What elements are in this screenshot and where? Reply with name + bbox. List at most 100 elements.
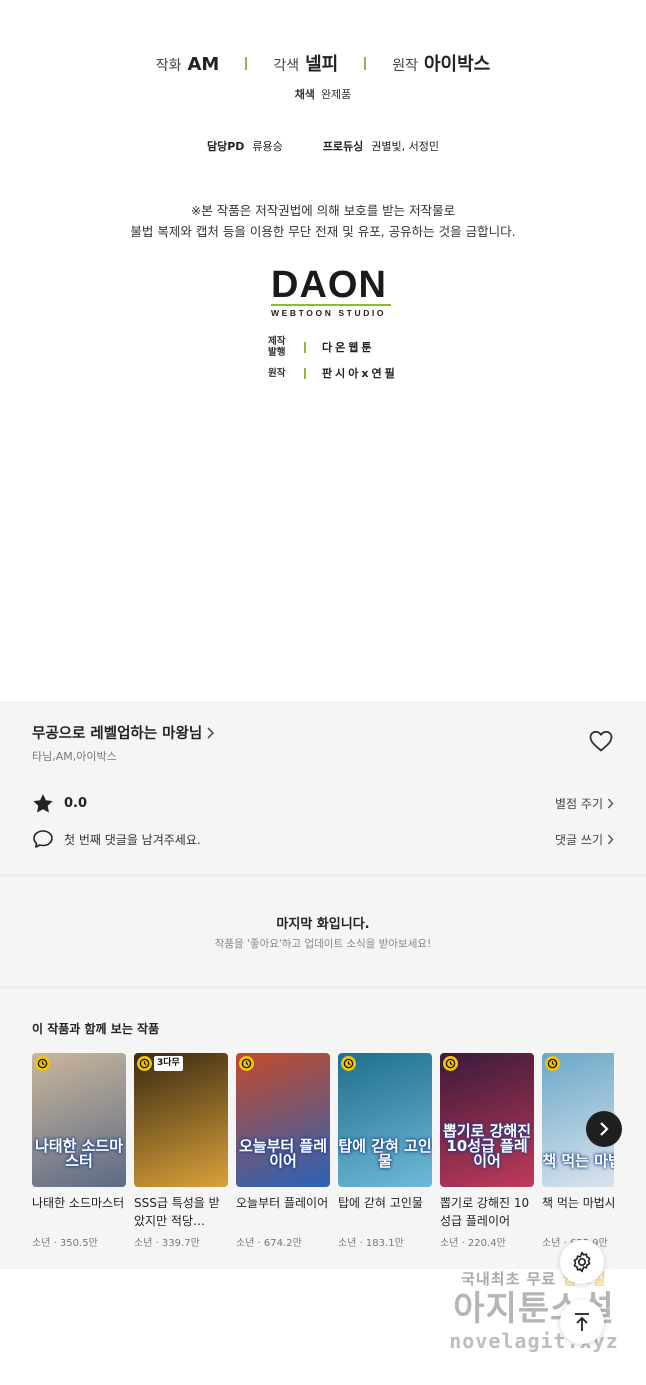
- last-episode-title: 마지막 화입니다.: [276, 917, 370, 932]
- section-divider: [0, 874, 646, 877]
- publisher-divider: [304, 367, 306, 379]
- staff-credits: 담당PD 류용승 프로듀싱 권별빛, 서정민: [0, 138, 646, 154]
- series-authors: 타님,AM,아이박스: [32, 750, 117, 763]
- recommendation-card[interactable]: 나태한 소드마스터 나태한 소드마스터 소년 · 350.5만: [32, 1053, 126, 1249]
- rate-button[interactable]: 별점 주기: [555, 795, 614, 812]
- thumbnail-title-art: 뽑기로 강해진 10성급 플레이어: [442, 1122, 532, 1170]
- settings-icon: [573, 1251, 591, 1273]
- series-info-panel: 무공으로 레벨업하는 마왕님 타님,AM,아이박스 0.0 별점 주기 첫 번째…: [0, 701, 646, 1269]
- comment-button[interactable]: 댓글 쓰기: [555, 831, 614, 848]
- rating-value: 0.0: [64, 796, 88, 811]
- recommendation-title: 책 먹는 마법사: [542, 1196, 614, 1210]
- credit-name: AM: [187, 54, 220, 75]
- arrow-up-icon: [575, 1313, 589, 1331]
- credit-name: 아이박스: [424, 54, 491, 75]
- comment-prompt: 첫 번째 댓글을 남겨주세요.: [32, 829, 201, 849]
- last-episode-subtitle: 작품을 '좋아요'하고 업데이트 소식을 받아보세요!: [214, 938, 432, 950]
- clock-icon: [443, 1056, 458, 1071]
- daon-logo: DAON WEBTOON STUDIO: [271, 264, 391, 318]
- credit-divider: [364, 56, 367, 70]
- logo-word: DAON: [271, 264, 387, 306]
- comment-prompt-text: 첫 번째 댓글을 남겨주세요.: [64, 832, 201, 847]
- recommendation-meta: 소년 · 220.4만: [440, 1238, 506, 1249]
- rating-row: 0.0 별점 주기: [32, 793, 614, 814]
- credit-name: 완제품: [320, 88, 352, 101]
- comment-button-label: 댓글 쓰기: [555, 832, 603, 847]
- comment-row: 첫 번째 댓글을 남겨주세요. 댓글 쓰기: [32, 829, 614, 849]
- rate-button-label: 별점 주기: [555, 797, 603, 811]
- publisher-row-production: 제작 발행 다온웹툰: [268, 334, 398, 360]
- chevron-right-icon: [607, 798, 614, 809]
- recommendation-thumbnail: 3다무: [134, 1053, 228, 1187]
- star-icon: [33, 794, 53, 813]
- chevron-right-icon: [207, 726, 215, 739]
- main-credits: 작화 AM 각색 넬피 원작 아이박스: [0, 50, 646, 76]
- credit-name: 류용승: [252, 140, 283, 153]
- credit-role: 원작: [392, 58, 418, 74]
- recommendation-title: 오늘부터 플레이어: [236, 1196, 329, 1210]
- recommendation-card[interactable]: 탑에 갇혀 고인물 탑에 갇혀 고인물 소년 · 183.1만: [338, 1053, 432, 1249]
- watermark-tagline-a: 국내최초 무료: [461, 1270, 563, 1288]
- recommendation-thumbnail: 뽑기로 강해진 10성급 플레이어: [440, 1053, 534, 1187]
- clock-icon: [35, 1056, 50, 1071]
- heart-icon[interactable]: [588, 729, 614, 753]
- credit-original: 원작 아이박스: [392, 50, 490, 76]
- credit-role: 담당PD: [206, 140, 245, 153]
- notice-line: 불법 복제와 캡처 등을 이용한 무단 전재 및 유포, 공유하는 것을 금합니…: [130, 224, 516, 239]
- carousel-next-button[interactable]: [586, 1111, 622, 1147]
- section-divider: [0, 986, 646, 989]
- recommendation-title: 탑에 갇혀 고인물: [338, 1196, 423, 1210]
- scroll-top-button[interactable]: [560, 1300, 604, 1344]
- rating-display: 0.0: [32, 793, 87, 814]
- label-line: 발행: [268, 347, 286, 358]
- recommendation-meta: 소년 · 183.1만: [338, 1238, 404, 1249]
- credit-color: 채색 완제품: [0, 86, 646, 102]
- publisher-value: 판시아x연필: [322, 367, 398, 380]
- credit-divider: [245, 56, 248, 70]
- publisher-label: 제작 발행: [268, 336, 294, 358]
- recommendation-card[interactable]: 뽑기로 강해진 10성급 플레이어 뽑기로 강해진 10성급 플레이어 소년 ·…: [440, 1053, 534, 1249]
- clock-icon: [545, 1056, 560, 1071]
- publisher-row-original: 원작 판시아x연필: [268, 360, 398, 386]
- publisher-value: 다온웹툰: [322, 341, 375, 354]
- settings-button[interactable]: [560, 1240, 604, 1284]
- recommendation-meta: 소년 · 339.7만: [134, 1238, 200, 1249]
- clock-icon: [341, 1056, 356, 1071]
- notice-line: ※본 작품은 저작권법에 의해 보호를 받는 저작물로: [190, 203, 456, 218]
- recommendations-list: 나태한 소드마스터 나태한 소드마스터 소년 · 350.5만 3다무 SSS급…: [32, 1053, 614, 1263]
- recommendation-thumbnail: 탑에 갇혀 고인물: [338, 1053, 432, 1187]
- series-title: 무공으로 레벨업하는 마왕님: [32, 726, 203, 742]
- credit-role: 작화: [155, 58, 182, 74]
- chevron-right-icon: [600, 1122, 609, 1136]
- credit-role: 프로듀싱: [322, 140, 364, 153]
- credit-adapt: 각색 넬피: [273, 50, 338, 76]
- last-episode-notice: 마지막 화입니다. 작품을 '좋아요'하고 업데이트 소식을 받아보세요!: [0, 879, 646, 987]
- free-badge: 3다무: [154, 1056, 183, 1071]
- recommendation-thumbnail: 오늘부터 플레이어: [236, 1053, 330, 1187]
- recommendation-meta: 소년 · 674.2만: [236, 1238, 302, 1249]
- recommendation-title: 나태한 소드마스터: [32, 1196, 125, 1210]
- comment-icon: [33, 830, 53, 848]
- copyright-notice: ※본 작품은 저작권법에 의해 보호를 받는 저작물로 불법 복제와 캡처 등을…: [0, 200, 646, 242]
- recommendation-card[interactable]: 3다무 SSS급 특성을 받았지만 적당… 소년 · 339.7만: [134, 1053, 228, 1249]
- series-title-link[interactable]: 무공으로 레벨업하는 마왕님: [32, 722, 215, 743]
- publisher-divider: [304, 341, 306, 353]
- publisher-label: 원작: [268, 367, 286, 379]
- clock-icon: [239, 1056, 254, 1071]
- recommendations-heading: 이 작품과 함께 보는 작품: [32, 1022, 160, 1036]
- recommendation-card[interactable]: 오늘부터 플레이어 오늘부터 플레이어 소년 · 674.2만: [236, 1053, 330, 1249]
- recommendation-title: SSS급 특성을 받았지만 적당…: [134, 1196, 220, 1228]
- clock-icon: [137, 1056, 152, 1071]
- credit-art: 작화 AM: [156, 54, 220, 75]
- recommendation-card[interactable]: 책 먹는 마법사 책 먹는 마법사 소년 · 655.9만: [542, 1053, 614, 1249]
- credit-pd: 담당PD 류용승: [207, 138, 283, 154]
- thumbnail-title-art: 나태한 소드마스터: [34, 1137, 124, 1170]
- logo-sub: WEBTOON STUDIO: [271, 308, 387, 318]
- credit-producing: 프로듀싱 권별빛, 서정민: [323, 138, 439, 154]
- credit-name: 넬피: [305, 54, 339, 75]
- recommendation-meta: 소년 · 350.5만: [32, 1238, 98, 1249]
- thumbnail-title-art: 오늘부터 플레이어: [238, 1137, 328, 1170]
- thumbnail-title-art: 탑에 갇혀 고인물: [338, 1137, 432, 1170]
- episode-credits: 작화 AM 각색 넬피 원작 아이박스 채색 완제품 담당PD 류용승 프로듀싱 권별…: [0, 0, 646, 700]
- recommendation-title: 뽑기로 강해진 10성급 플레이어: [440, 1196, 530, 1228]
